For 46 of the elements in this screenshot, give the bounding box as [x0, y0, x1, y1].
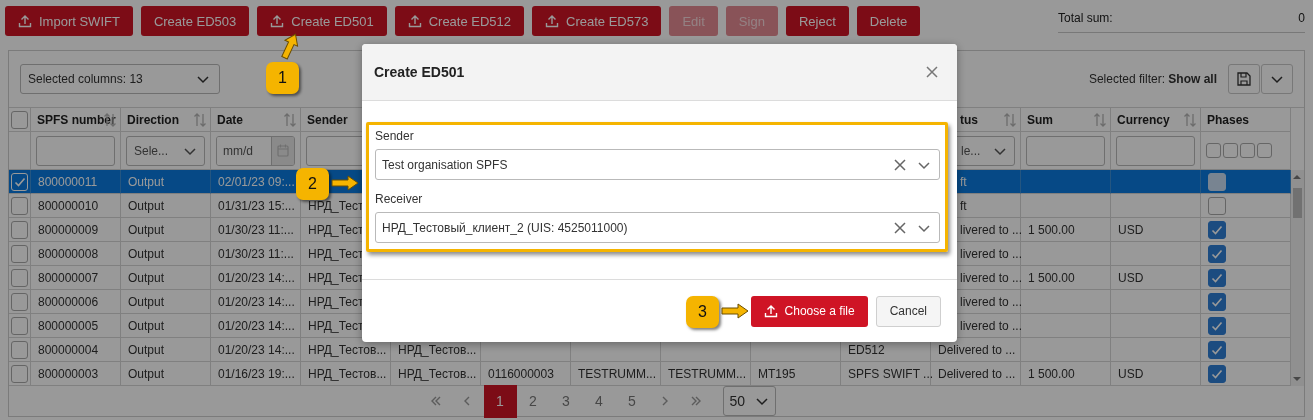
- table-cell: НРД_Тестов...: [391, 362, 481, 386]
- step-badge: 3: [686, 296, 719, 328]
- dialog-title: Create ED501: [374, 64, 465, 80]
- step-badge: 2: [296, 168, 329, 200]
- table-cell: TESTRUMM...: [571, 362, 661, 386]
- table-cell: 01/16/23 19:...: [211, 362, 301, 386]
- table-cell: 1 500.00: [1021, 218, 1111, 242]
- table-cell: 800000008: [31, 242, 121, 266]
- table-cell: 800000003: [31, 362, 121, 386]
- field-label: Sender: [375, 129, 415, 143]
- table-cell: USD: [1111, 218, 1201, 242]
- table-cell: 1 500.00: [1021, 266, 1111, 290]
- table-cell: 800000006: [31, 290, 121, 314]
- table-cell: 01/20/23 14:...: [211, 266, 301, 290]
- table-cell: Output: [121, 218, 211, 242]
- total-sum-value: 0: [1298, 11, 1305, 25]
- table-cell: 01/20/23 14:...: [211, 290, 301, 314]
- table-cell: Output: [121, 194, 211, 218]
- table-cell: 800000011: [31, 170, 121, 194]
- table-cell: 800000007: [31, 266, 121, 290]
- table-cell: 01/30/23 11:...: [211, 218, 301, 242]
- table-cell: 1 500.00: [1021, 362, 1111, 386]
- table-cell: 01/30/23 11:...: [211, 242, 301, 266]
- table-cell: 01/20/23 14:...: [211, 314, 301, 338]
- step-badge: 1: [266, 62, 299, 94]
- table-cell: SPFS SWIFT ...: [841, 362, 931, 386]
- table-cell: TESTRUMM...: [661, 362, 751, 386]
- table-cell: 800000004: [31, 338, 121, 362]
- table-cell: Output: [121, 242, 211, 266]
- table-cell: Output: [121, 266, 211, 290]
- table-cell: 800000005: [31, 314, 121, 338]
- total-sum-label: Total sum:: [1058, 11, 1113, 25]
- table-cell: Output: [121, 314, 211, 338]
- table-cell: Output: [121, 170, 211, 194]
- table-cell: Output: [121, 362, 211, 386]
- table-cell: MT195: [751, 362, 841, 386]
- table-cell: НРД_Тестов...: [301, 362, 391, 386]
- table-cell: Delivered to ...: [931, 362, 1021, 386]
- table-cell: 800000010: [31, 194, 121, 218]
- table-cell: USD: [1111, 362, 1201, 386]
- table-cell: Output: [121, 290, 211, 314]
- table-cell: 800000009: [31, 218, 121, 242]
- table-cell: USD: [1111, 266, 1201, 290]
- selected-filter-label: Selected filter: Show all: [1088, 72, 1217, 86]
- table-cell: 01/20/23 14:...: [211, 338, 301, 362]
- table-cell: Output: [121, 338, 211, 362]
